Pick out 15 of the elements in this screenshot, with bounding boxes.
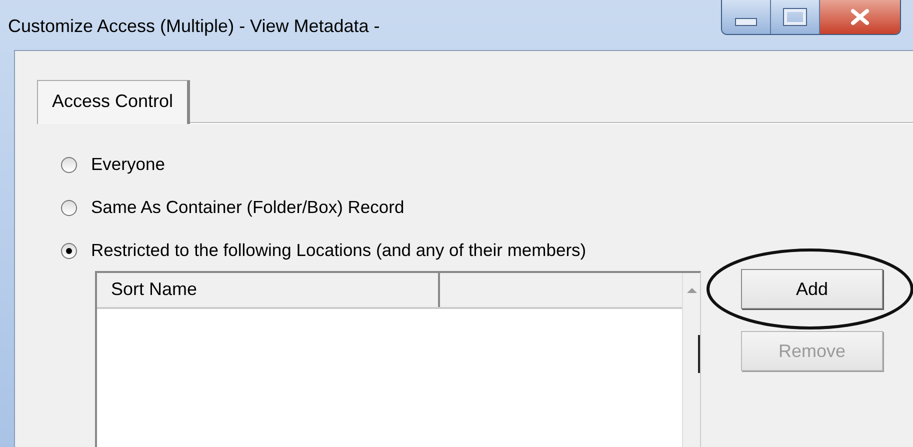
minimize-button[interactable] <box>722 0 771 34</box>
close-icon <box>849 9 871 25</box>
radio-button[interactable] <box>61 156 77 172</box>
close-button[interactable] <box>820 0 900 34</box>
radio-label: Restricted to the following Locations (and any of their members) <box>91 240 586 261</box>
tab[interactable]: Access Control <box>37 80 190 124</box>
radio-button[interactable] <box>61 200 77 216</box>
window-title: Customize Access (Multiple) - View Metadata - <box>8 16 380 37</box>
action-button[interactable]: Add <box>741 269 883 309</box>
scroll-thumb[interactable] <box>698 335 700 373</box>
scrollbar[interactable] <box>682 273 700 447</box>
radio-label: Same As Container (Folder/Box) Record <box>91 197 404 218</box>
radio-button[interactable] <box>61 242 77 258</box>
radio-label: Everyone <box>91 154 165 175</box>
maximize-button[interactable] <box>771 0 820 34</box>
